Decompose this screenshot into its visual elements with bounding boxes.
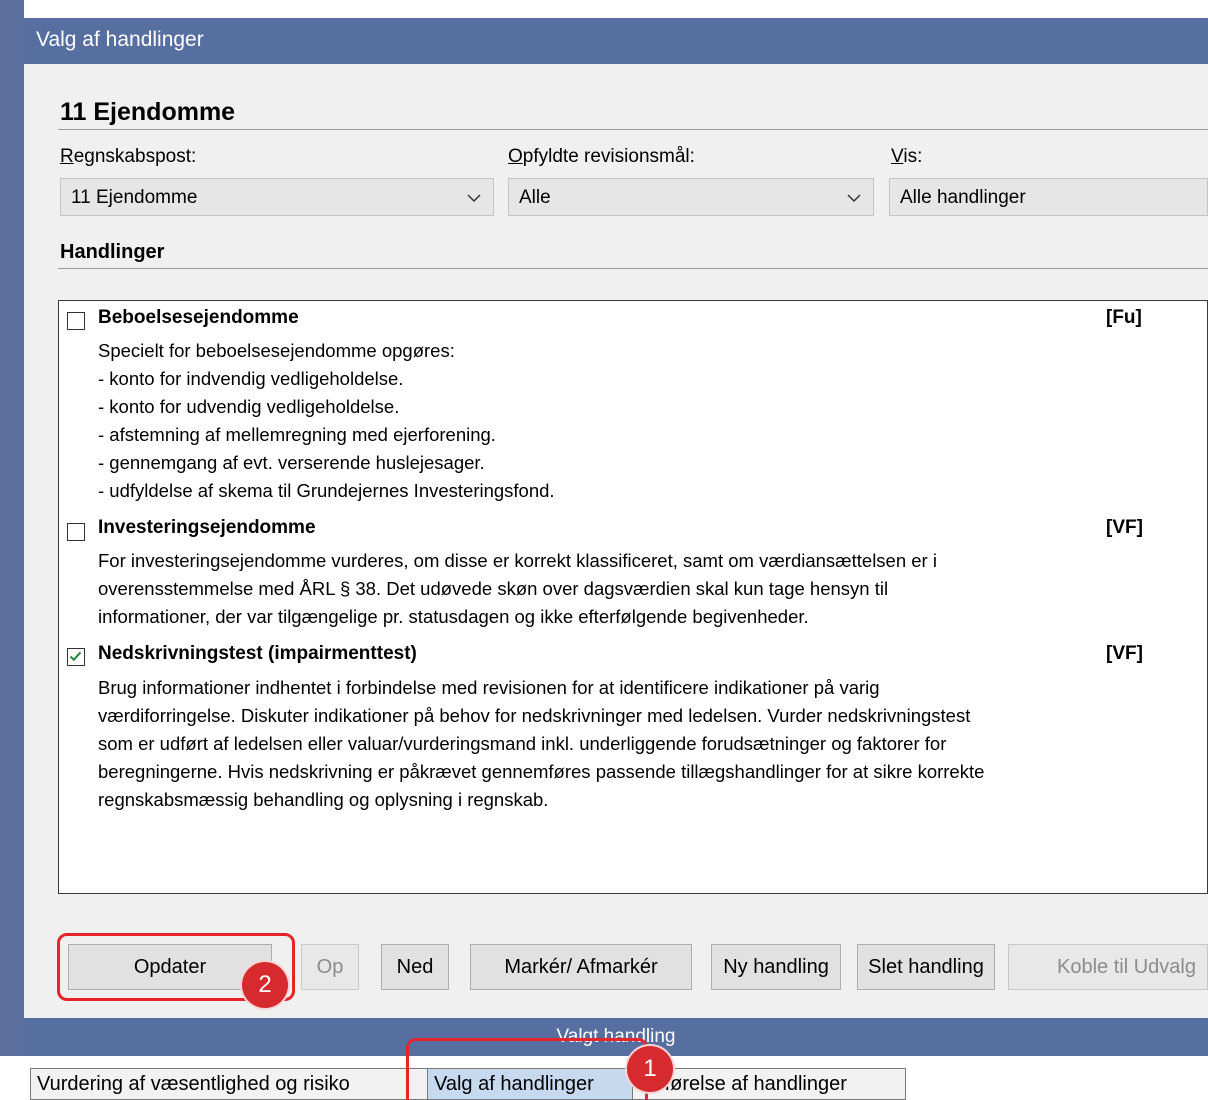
item-checkbox-1[interactable] (67, 312, 85, 330)
item-title-3[interactable]: Nedskrivningstest (impairmenttest) (98, 643, 417, 665)
handlinger-header: Handlinger (60, 241, 165, 263)
chevron-down-icon (847, 194, 861, 203)
item-tag-1: [Fu] (1106, 307, 1142, 328)
window-title: Valg af handlinger (36, 28, 204, 51)
item-title-1[interactable]: Beboelsesejendomme (98, 307, 299, 329)
vis-label: Vis: (891, 146, 923, 167)
handlinger-rule (58, 268, 1208, 269)
chevron-down-icon (467, 194, 481, 203)
section-title: 11 Ejendomme (60, 98, 236, 126)
checkmark-icon (69, 651, 82, 662)
regnskabspost-label: Regnskabspost: (60, 146, 197, 167)
ned-button[interactable]: Ned (381, 944, 449, 990)
item-tag-2: [VF] (1106, 517, 1143, 538)
item-checkbox-3[interactable] (67, 648, 85, 666)
annotation-badge-2: 2 (242, 962, 288, 1008)
annotation-badge-1: 1 (627, 1046, 673, 1092)
regnskabspost-label-text: egnskabspost: (73, 146, 197, 167)
tab-udforelse[interactable]: Udførelse af handlinger (632, 1068, 906, 1100)
tab-vurdering[interactable]: Vurdering af væsentlighed og risiko (30, 1068, 428, 1100)
vis-value: Alle handlinger (900, 187, 1026, 208)
vis-select[interactable]: Alle handlinger (889, 178, 1208, 216)
slet-handling-button[interactable]: Slet handling (857, 944, 995, 990)
item-desc-2: For investeringsejendomme vurderes, om d… (98, 550, 937, 627)
item-desc-1: Specielt for beboelsesejendomme opgøres:… (98, 340, 555, 501)
window-titlebar: Valg af handlinger (24, 18, 1208, 64)
section-title-rule (58, 129, 1208, 130)
revisionsmaal-select[interactable]: Alle (508, 178, 874, 216)
op-button[interactable]: Op (301, 944, 359, 990)
background-left-edge (0, 0, 24, 1100)
item-checkbox-2[interactable] (67, 523, 85, 541)
revisionsmaal-label-text: pfyldte revisionsmål: (522, 146, 695, 167)
revisionsmaal-label: Opfyldte revisionsmål: (508, 146, 695, 167)
ny-handling-button[interactable]: Ny handling (711, 944, 841, 990)
item-tag-3: [VF] (1106, 643, 1143, 664)
regnskabspost-value: 11 Ejendomme (71, 187, 198, 208)
vis-label-text: is: (903, 146, 923, 167)
koble-til-udvalg-button[interactable]: Koble til Udvalg (1008, 944, 1208, 990)
item-desc-3: Brug informationer indhentet i forbindel… (98, 677, 985, 810)
revisionsmaal-value: Alle (519, 187, 551, 208)
highlight-tab-valg (406, 1038, 648, 1100)
regnskabspost-select[interactable]: 11 Ejendomme (60, 178, 494, 216)
marker-afmarker-button[interactable]: Markér/ Afmarkér (470, 944, 692, 990)
item-title-2[interactable]: Investeringsejendomme (98, 517, 316, 539)
